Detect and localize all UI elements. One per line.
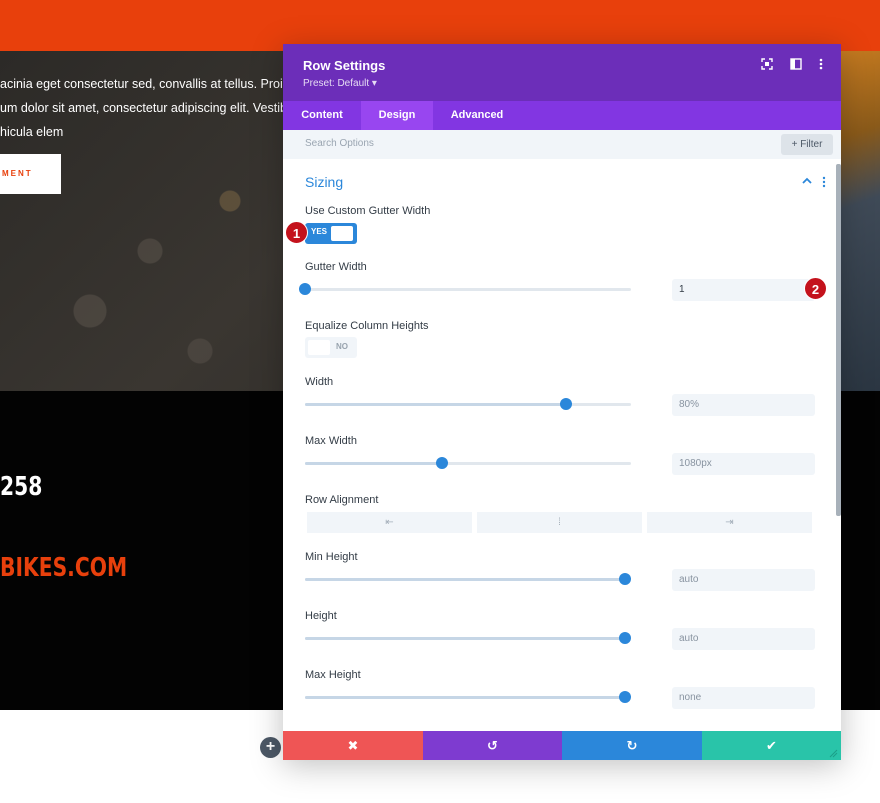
modal-title: Row Settings [303, 58, 386, 73]
add-module-button[interactable]: + [260, 737, 281, 758]
section-title-sizing[interactable]: Sizing [305, 174, 343, 190]
undo-button[interactable]: ↺ [423, 731, 562, 760]
redo-button[interactable]: ↻ [562, 731, 702, 760]
tab-advanced[interactable]: Advanced [433, 101, 521, 130]
settings-body: Sizing Use Custom Gutter Width YES Gutte… [283, 159, 841, 731]
hero-line: hicula elem [0, 125, 64, 139]
contact-email[interactable]: BIKES.COM [0, 553, 127, 583]
align-right-button[interactable]: ⇥ [647, 512, 812, 533]
min-height-input[interactable]: auto [672, 569, 815, 591]
slider-fill [305, 696, 625, 699]
max-width-label: Max Width [305, 435, 357, 447]
hero-line: acinia eget consectetur sed, convallis a… [0, 77, 290, 91]
toggle-state-text: NO [336, 342, 348, 351]
tab-content[interactable]: Content [283, 101, 361, 130]
page: acinia eget consectetur sed, convallis a… [0, 0, 880, 803]
width-input[interactable]: 80% [672, 394, 815, 416]
hero-cta-button[interactable]: MENT [0, 154, 61, 194]
search-options-input[interactable]: Search Options [305, 138, 374, 149]
toggle-knob [331, 226, 353, 241]
sidebar-layout-icon[interactable] [789, 58, 803, 72]
slider-handle[interactable] [435, 457, 448, 469]
slider-fill [305, 462, 442, 465]
gutter-width-slider[interactable] [299, 283, 631, 295]
max-height-label: Max Height [305, 669, 361, 681]
modal-footer: ✖ ↺ ↻ ✔ [283, 731, 841, 760]
height-label: Height [305, 610, 337, 622]
width-label: Width [305, 376, 334, 388]
slider-fill [305, 578, 625, 581]
preset-dropdown[interactable]: Preset: Default ▾ [303, 78, 377, 89]
equalize-heights-toggle[interactable]: NO [305, 337, 357, 358]
gutter-width-input[interactable]: 1 [672, 279, 815, 301]
more-options-icon[interactable] [814, 58, 828, 72]
gutter-width-label: Gutter Width [305, 261, 367, 273]
search-bar: Search Options + Filter [283, 130, 841, 159]
hero-line: um dolor sit amet, consectetur adipiscin… [0, 101, 290, 115]
slider-fill [305, 637, 625, 640]
custom-gutter-toggle[interactable]: YES [305, 223, 357, 244]
cancel-button[interactable]: ✖ [283, 731, 423, 760]
row-alignment-label: Row Alignment [305, 494, 379, 506]
height-input[interactable]: auto [672, 628, 815, 650]
modal-header: Row Settings Preset: Default ▾ [283, 44, 841, 101]
align-center-button[interactable]: ⁞ [477, 512, 642, 533]
row-settings-modal: Row Settings Preset: Default ▾ Content D… [283, 44, 841, 760]
tab-design[interactable]: Design [361, 101, 433, 130]
max-height-slider[interactable] [305, 691, 631, 703]
min-height-slider[interactable] [305, 573, 631, 585]
slider-handle[interactable] [619, 573, 631, 585]
annotation-marker-2: 2 [804, 277, 827, 300]
hero-image-edge [840, 51, 880, 391]
max-width-slider[interactable] [305, 457, 631, 469]
align-left-button[interactable]: ⇤ [307, 512, 472, 533]
max-height-input[interactable]: none [672, 687, 815, 709]
height-slider[interactable] [305, 632, 631, 644]
contact-phone: 258 [0, 472, 43, 502]
min-height-label: Min Height [305, 551, 358, 563]
resize-handle-icon[interactable] [829, 749, 838, 758]
slider-handle[interactable] [619, 632, 631, 644]
hero-paragraph: acinia eget consectetur sed, convallis a… [0, 72, 290, 144]
filter-button[interactable]: + Filter [781, 134, 833, 155]
save-button[interactable]: ✔ [702, 731, 841, 760]
width-slider[interactable] [305, 398, 631, 410]
section-more-icon[interactable] [819, 176, 829, 188]
toggle-knob [308, 340, 330, 355]
chevron-up-icon[interactable] [801, 176, 813, 188]
custom-gutter-label: Use Custom Gutter Width [305, 205, 431, 217]
toggle-state-text: YES [311, 227, 328, 236]
max-width-input[interactable]: 1080px [672, 453, 815, 475]
slider-handle[interactable] [619, 691, 631, 703]
slider-handle[interactable] [299, 283, 311, 295]
slider-handle[interactable] [559, 398, 572, 410]
settings-scrollbar[interactable] [836, 164, 841, 516]
expand-icon[interactable] [760, 58, 774, 72]
slider-fill [305, 403, 566, 406]
equalize-heights-label: Equalize Column Heights [305, 320, 429, 332]
annotation-marker-1: 1 [285, 221, 308, 244]
settings-tabs: Content Design Advanced [283, 101, 841, 130]
